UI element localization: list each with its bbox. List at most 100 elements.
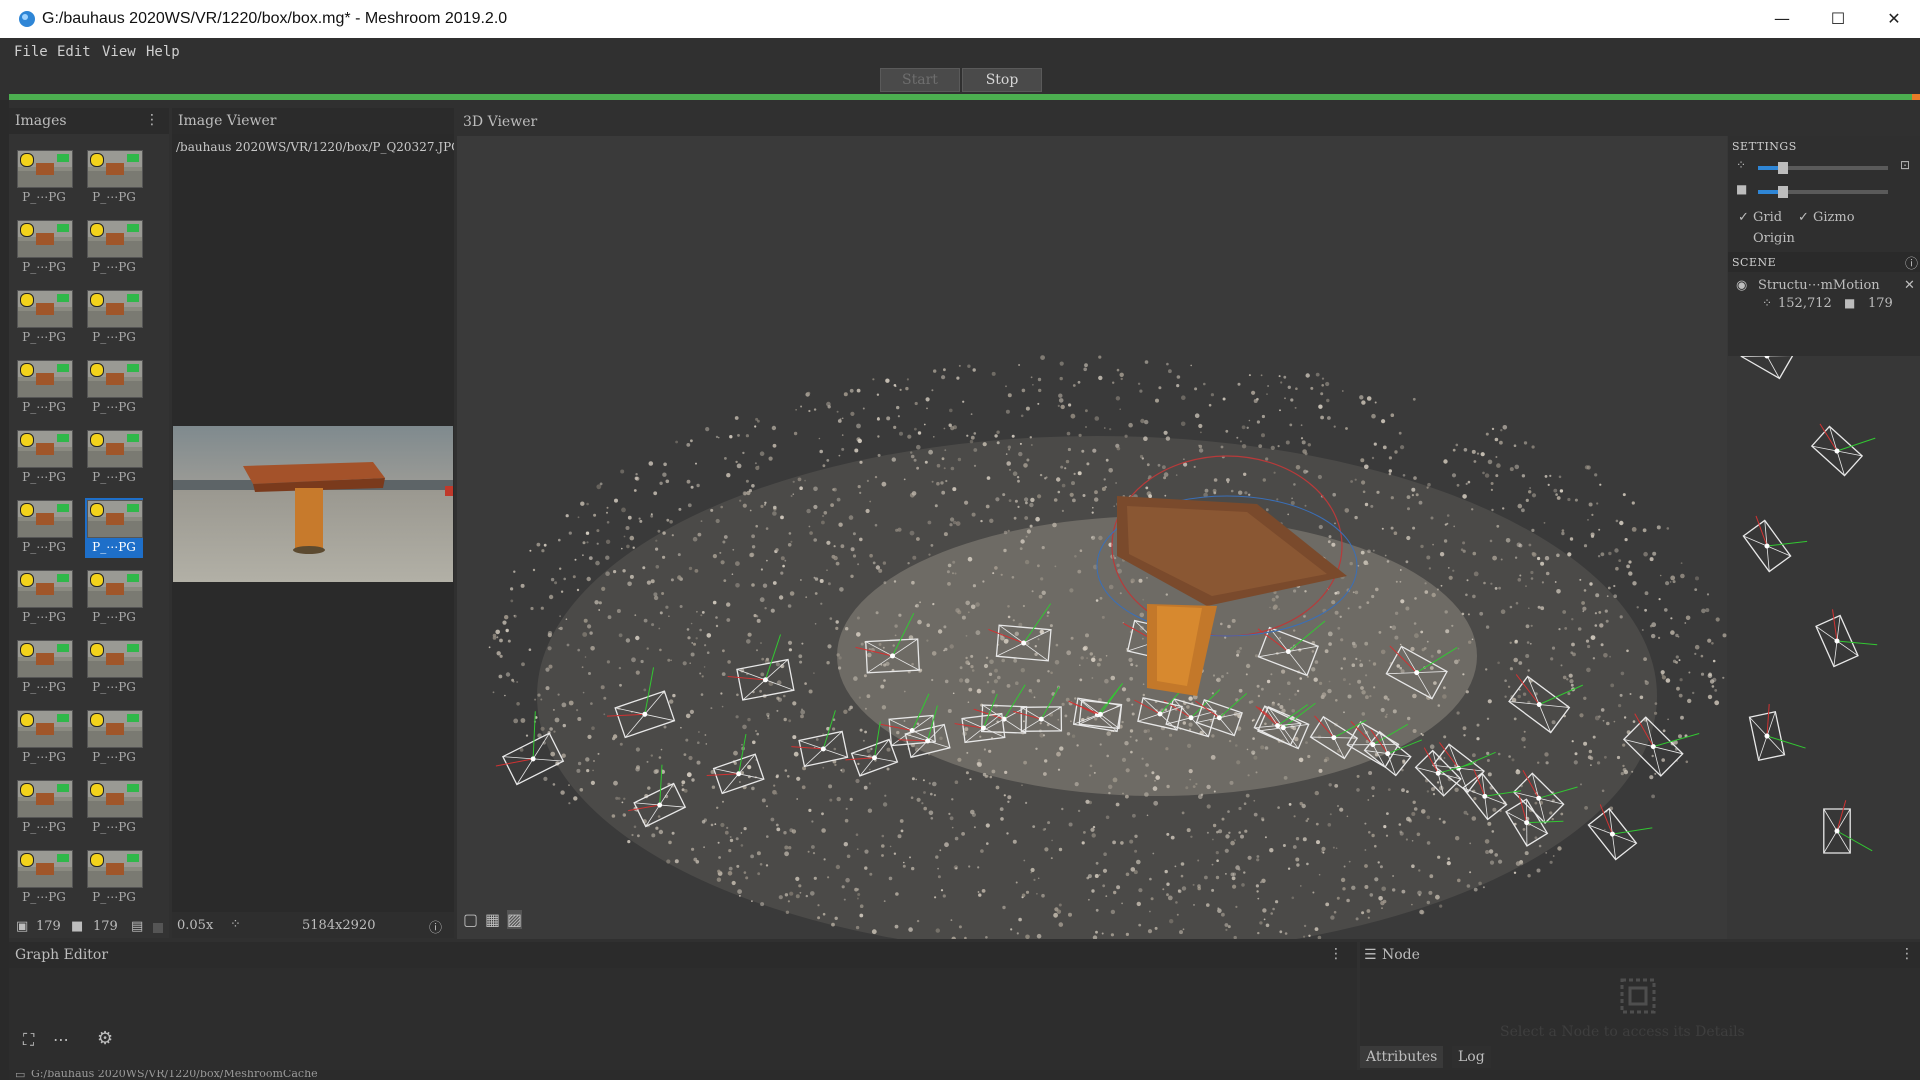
image-thumbnail[interactable]: P_⋯PG — [15, 218, 73, 278]
image-thumbnail[interactable]: P_⋯PG — [15, 288, 73, 348]
textured-mode-icon[interactable]: ▨ — [507, 910, 523, 929]
cloud-point — [1509, 641, 1512, 644]
image-thumbnail[interactable]: P_⋯PG — [15, 638, 73, 698]
cloud-point — [1168, 369, 1172, 374]
image-thumbnail[interactable]: P_⋯PG — [85, 708, 143, 768]
cloud-point — [835, 561, 840, 566]
node-panel-menu-icon[interactable]: ⋮ — [1900, 946, 1914, 962]
cloud-point — [978, 893, 982, 897]
cloud-point — [1255, 884, 1259, 888]
close-window-button[interactable]: ✕ — [1866, 0, 1920, 38]
cloud-point — [1029, 524, 1033, 528]
stop-button[interactable]: Stop — [962, 68, 1042, 92]
image-thumbnail[interactable]: P_⋯PG — [15, 778, 73, 838]
cloud-point — [1345, 427, 1348, 430]
image-thumbnail[interactable]: P_⋯PG — [85, 638, 143, 698]
cloud-point — [1583, 544, 1588, 548]
cloud-point — [722, 540, 726, 544]
image-thumbnail[interactable]: P_⋯PG — [15, 848, 73, 908]
cloud-point — [1522, 828, 1526, 831]
cloud-point — [1537, 605, 1541, 609]
menu-edit[interactable]: Edit — [57, 44, 91, 60]
scene-info-icon[interactable]: ⓘ — [1905, 253, 1918, 272]
image-thumbnail[interactable]: P_⋯PG — [85, 498, 143, 558]
remove-scene-item-icon[interactable]: ✕ — [1904, 278, 1915, 293]
point-size-handle[interactable] — [1778, 162, 1788, 174]
cloud-point — [1129, 735, 1132, 738]
image-thumbnail[interactable]: P_⋯PG — [15, 428, 73, 488]
camera-scale-handle[interactable] — [1778, 186, 1788, 198]
minimize-button[interactable]: — — [1754, 0, 1810, 38]
cloud-point — [1319, 681, 1323, 686]
cloud-point — [1279, 930, 1283, 934]
menu-help[interactable]: Help — [146, 44, 180, 60]
info-icon[interactable]: ⓘ — [429, 917, 442, 936]
cloud-point — [909, 856, 911, 859]
cloud-point — [1677, 635, 1680, 638]
cloud-point — [857, 893, 861, 896]
graph-editor-menu-icon[interactable]: ⋮ — [1329, 946, 1343, 962]
cloud-point — [913, 458, 917, 462]
image-thumbnail[interactable]: P_⋯PG — [15, 148, 73, 208]
tab-attributes[interactable]: Attributes — [1360, 1046, 1444, 1068]
graph-editor-panel[interactable]: Graph Editor ⋮ ⛶ ⋯ ⚙ — [9, 942, 1357, 1070]
grid-checkbox[interactable]: ✓ — [1738, 210, 1749, 225]
intrinsics-icon[interactable]: ▤ — [131, 919, 143, 934]
menu-view[interactable]: View — [102, 44, 136, 60]
fit-graph-icon[interactable]: ⛶ — [23, 1030, 34, 1050]
gizmo-checkbox[interactable]: ✓ — [1798, 210, 1809, 225]
cloud-point — [772, 790, 777, 795]
cloud-point — [635, 747, 640, 752]
image-thumbnail[interactable]: P_⋯PG — [85, 428, 143, 488]
image-thumbnail[interactable]: P_⋯PG — [85, 218, 143, 278]
reconstructed-camera-icon — [127, 784, 139, 792]
image-thumbnail[interactable]: P_⋯PG — [85, 148, 143, 208]
start-button[interactable]: Start — [880, 68, 960, 92]
cloud-point — [988, 749, 992, 753]
cloud-point — [1132, 813, 1136, 818]
cloud-point — [1044, 828, 1047, 830]
cloud-point — [572, 575, 576, 579]
layout-graph-icon[interactable]: ⋯ — [53, 1030, 69, 1049]
visibility-eye-icon[interactable]: ◉ — [1736, 278, 1747, 293]
image-thumbnail[interactable]: P_⋯PG — [15, 358, 73, 418]
cloud-point — [1331, 542, 1336, 547]
viewer3d-canvas[interactable]: ▢ ▦ ▨ — [457, 136, 1727, 939]
cloud-point — [1103, 478, 1106, 481]
cloud-point — [994, 668, 998, 673]
cloud-point — [788, 846, 792, 850]
image-thumbnail[interactable]: P_⋯PG — [15, 568, 73, 628]
thumbnail-image — [17, 290, 73, 328]
image-thumbnail[interactable]: P_⋯PG — [85, 848, 143, 908]
intrinsics-toggle[interactable] — [153, 923, 163, 933]
image-thumbnail[interactable]: P_⋯PG — [15, 708, 73, 768]
cloud-point — [620, 469, 625, 474]
cloud-point — [1471, 449, 1476, 454]
cloud-point — [1091, 657, 1096, 662]
cloud-point — [947, 563, 952, 568]
image-thumbnail[interactable]: P_⋯PG — [85, 288, 143, 348]
solid-mode-icon[interactable]: ▢ — [463, 910, 478, 929]
wireframe-mode-icon[interactable]: ▦ — [485, 910, 500, 929]
image-thumbnail[interactable]: P_⋯PG — [15, 498, 73, 558]
image-thumbnail[interactable]: P_⋯PG — [85, 778, 143, 838]
image-thumbnail[interactable]: P_⋯PG — [85, 358, 143, 418]
cloud-point — [1091, 889, 1095, 893]
cloud-point — [1228, 739, 1232, 743]
scene-item-name[interactable]: Structu⋯mMotion — [1758, 278, 1880, 293]
fit-view-icon[interactable]: ⊡ — [1900, 158, 1910, 172]
tab-log[interactable]: Log — [1452, 1046, 1491, 1068]
cloud-point — [1014, 631, 1019, 636]
image-thumbnail[interactable]: P_⋯PG — [85, 568, 143, 628]
cloud-point — [1116, 885, 1121, 890]
feature-toggle-icon[interactable]: ⁘ — [230, 917, 241, 932]
maximize-button[interactable]: ☐ — [1810, 0, 1866, 38]
cloud-point — [855, 778, 860, 784]
graph-settings-gear-icon[interactable]: ⚙ — [97, 1028, 113, 1049]
point-size-fill — [1758, 166, 1780, 170]
images-menu-icon[interactable]: ⋮ — [145, 112, 159, 128]
menu-file[interactable]: File — [14, 44, 48, 60]
origin-label[interactable]: Origin — [1753, 231, 1795, 246]
cloud-point — [1405, 838, 1408, 841]
reconstructed-camera-icon — [57, 644, 69, 652]
